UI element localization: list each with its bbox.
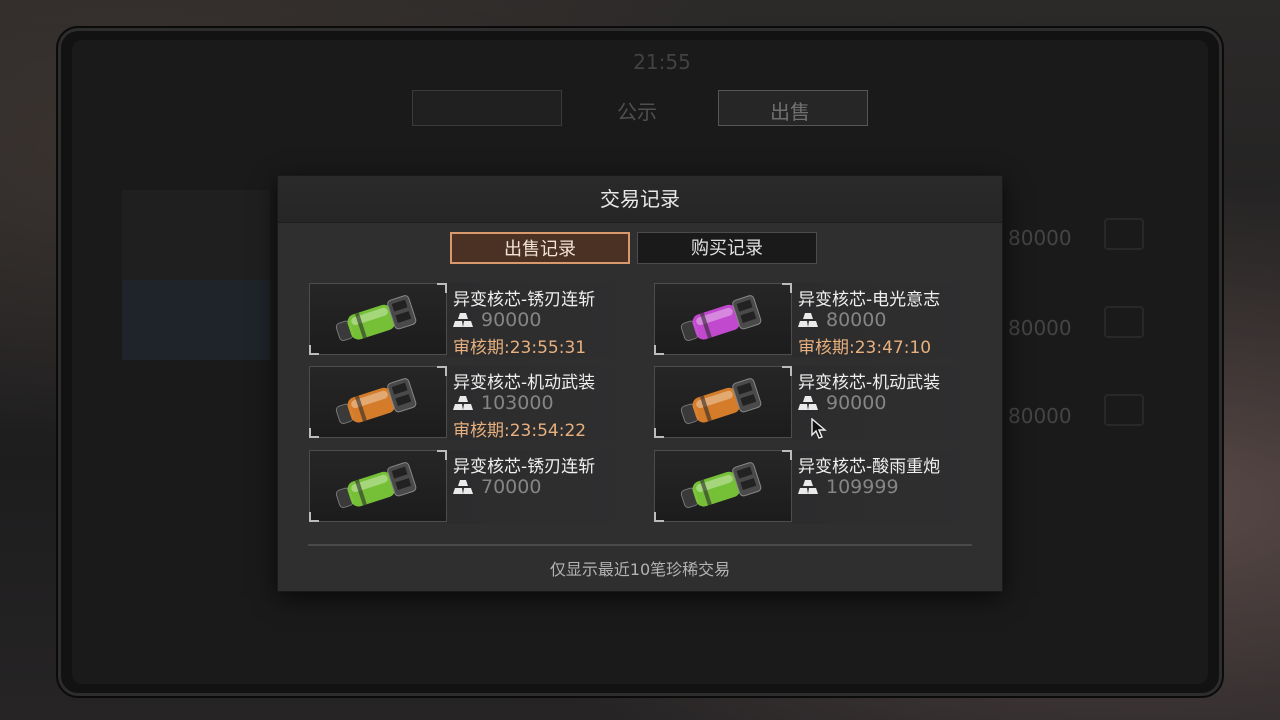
item-price: 90000 (481, 309, 542, 331)
share-icon (1104, 218, 1144, 250)
gold-ingot-icon (453, 396, 473, 410)
item-name: 异变核芯-锈刃连斩 (453, 457, 596, 477)
gold-ingot-icon (798, 313, 818, 327)
share-icon (1104, 394, 1144, 426)
gold-ingot-icon (453, 313, 473, 327)
item-review-period: 审核期:23:54:22 (453, 421, 587, 441)
record-item[interactable]: 异变核芯-酸雨重炮 109999 (654, 450, 984, 524)
item-price: 80000 (826, 309, 887, 331)
item-name: 异变核芯-酸雨重炮 (798, 457, 941, 477)
trade-records-dialog: 交易记录 出售记录 购买记录 异变核芯-锈刃连斩 90000 审核期:23:55:3… (278, 176, 1002, 591)
dialog-title: 交易记录 (600, 187, 680, 211)
divider (308, 544, 972, 546)
core-capsule-icon (335, 378, 417, 424)
footer-note: 仅显示最近10笔珍稀交易 (549, 560, 731, 579)
tab-buy-records[interactable]: 购买记录 (637, 232, 817, 264)
item-price: 103000 (481, 392, 554, 414)
core-capsule-icon (680, 462, 762, 508)
item-thumbnail (654, 450, 792, 522)
record-item[interactable]: 异变核芯-机动武装 103000 审核期:23:54:22 (309, 366, 639, 441)
item-name: 异变核芯-锈刃连斩 (453, 290, 596, 310)
item-thumbnail (309, 283, 447, 355)
market-tab-sell-label: 出售 (770, 100, 810, 124)
market-tab-1 (412, 90, 562, 126)
item-thumbnail (654, 366, 792, 438)
market-row-price: 80000 (1008, 226, 1072, 250)
market-tab-public-label: 公示 (617, 100, 657, 124)
item-price: 109999 (826, 476, 899, 498)
item-price: 90000 (826, 392, 887, 414)
item-price: 70000 (481, 476, 542, 498)
item-name: 异变核芯-机动武装 (798, 373, 941, 393)
core-capsule-icon (335, 462, 417, 508)
item-review-period: 审核期:23:47:10 (798, 338, 932, 358)
market-row-price: 80000 (1008, 404, 1072, 428)
item-review-period: 审核期:23:55:31 (453, 338, 587, 358)
gold-ingot-icon (798, 480, 818, 494)
tab-sell-records[interactable]: 出售记录 (450, 232, 630, 264)
market-row-price: 80000 (1008, 316, 1072, 340)
core-capsule-icon (680, 378, 762, 424)
mouse-cursor-icon (811, 418, 827, 439)
market-sidebar-selected (122, 280, 270, 360)
record-item[interactable]: 异变核芯-电光意志 80000 审核期:23:47:10 (654, 283, 984, 358)
core-capsule-icon (680, 295, 762, 341)
item-name: 异变核芯-机动武装 (453, 373, 596, 393)
core-capsule-icon (335, 295, 417, 341)
gold-ingot-icon (798, 396, 818, 410)
share-icon (1104, 306, 1144, 338)
item-thumbnail (654, 283, 792, 355)
item-thumbnail (309, 450, 447, 522)
gold-ingot-icon (453, 480, 473, 494)
record-item[interactable]: 异变核芯-锈刃连斩 90000 审核期:23:55:31 (309, 283, 639, 358)
record-item[interactable]: 异变核芯-锈刃连斩 70000 (309, 450, 639, 524)
status-time: 21:55 (633, 50, 691, 74)
item-thumbnail (309, 366, 447, 438)
item-name: 异变核芯-电光意志 (798, 290, 941, 310)
